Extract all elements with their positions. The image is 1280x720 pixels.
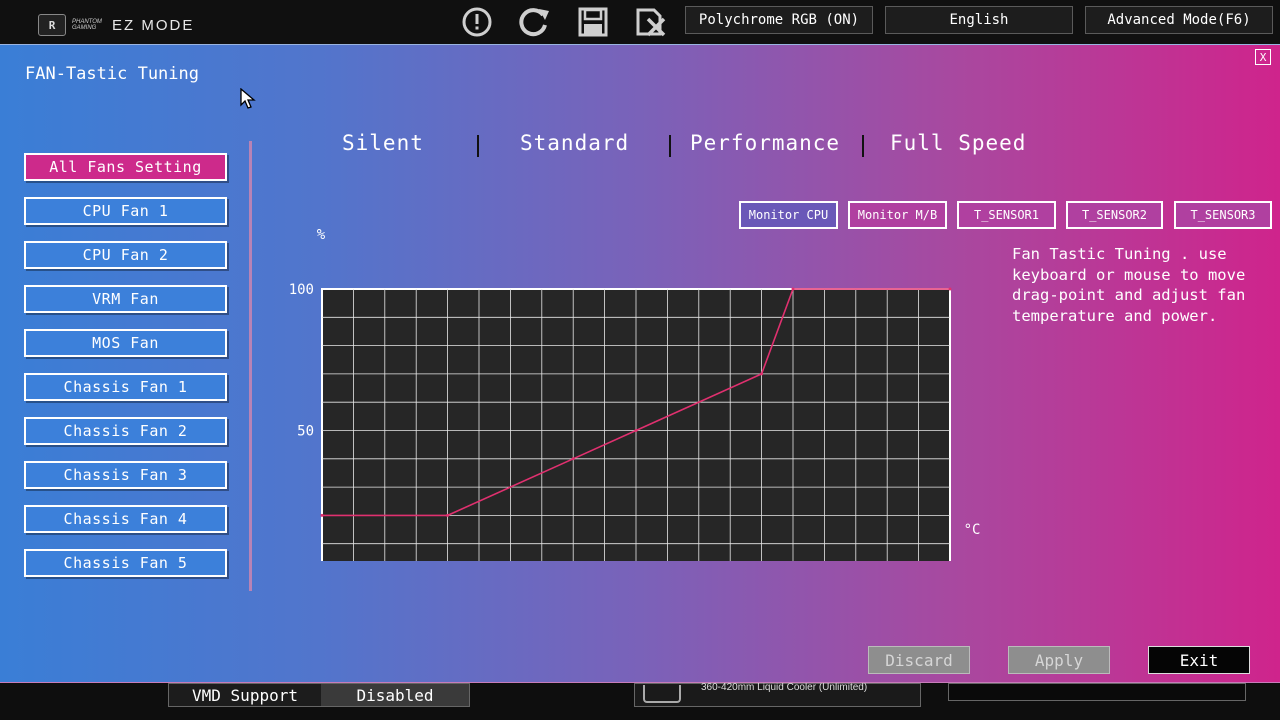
fan-tastic-dialog: FAN-Tastic Tuning X All Fans Setting CPU… xyxy=(0,44,1280,683)
polychrome-rgb-button[interactable]: Polychrome RGB (ON) xyxy=(685,6,873,34)
top-bar: R PHANTOM GAMING EZ MODE Polychrome RGB … xyxy=(0,0,1280,44)
y-tick-label: 50 xyxy=(297,424,314,440)
vertical-divider xyxy=(249,141,252,591)
fan-curve-point[interactable] xyxy=(320,513,324,517)
cooler-option-label: 360-420mm Liquid Cooler (Unlimited) xyxy=(701,682,868,693)
apply-button[interactable]: Apply xyxy=(1008,646,1110,674)
fan-chassis-fan-2[interactable]: Chassis Fan 2 xyxy=(24,417,227,445)
fan-curve-point[interactable] xyxy=(948,287,952,291)
x-unit-label: °C xyxy=(964,522,981,538)
fan-curve-point[interactable] xyxy=(760,372,764,376)
tab-separator xyxy=(862,135,864,157)
vmd-support-label: VMD Support xyxy=(192,685,298,705)
discard-button[interactable]: Discard xyxy=(868,646,970,674)
alert-icon[interactable] xyxy=(460,6,494,38)
exit-button[interactable]: Exit xyxy=(1148,646,1250,674)
background-panel xyxy=(948,683,1246,701)
asrock-logo-icon: R xyxy=(38,14,66,36)
fan-chassis-fan-1[interactable]: Chassis Fan 1 xyxy=(24,373,227,401)
liquid-cooler-icon xyxy=(643,685,681,703)
cooler-option[interactable]: 360-420mm Liquid Cooler (Unlimited) xyxy=(634,682,921,707)
fan-curve-point[interactable] xyxy=(446,513,450,517)
refresh-icon[interactable] xyxy=(517,6,551,38)
close-button[interactable]: X xyxy=(1255,49,1271,65)
fan-cpu-fan-1[interactable]: CPU Fan 1 xyxy=(24,197,227,225)
language-button[interactable]: English xyxy=(885,6,1073,34)
discard-exit-icon[interactable] xyxy=(634,6,668,38)
brand-logo: R PHANTOM GAMING EZ MODE xyxy=(38,14,194,36)
tab-performance[interactable]: Performance xyxy=(690,131,840,155)
fan-cpu-fan-2[interactable]: CPU Fan 2 xyxy=(24,241,227,269)
help-text: Fan Tastic Tuning . use keyboard or mous… xyxy=(1012,245,1246,326)
tab-separator xyxy=(477,135,479,157)
dialog-title: FAN-Tastic Tuning xyxy=(25,64,199,84)
fan-curve-point[interactable] xyxy=(791,287,795,291)
tab-standard[interactable]: Standard xyxy=(520,131,629,155)
tab-silent[interactable]: Silent xyxy=(342,131,424,155)
save-icon[interactable] xyxy=(576,6,610,38)
ez-mode-label: EZ MODE xyxy=(112,16,195,34)
tab-full-speed[interactable]: Full Speed xyxy=(890,131,1026,155)
mouse-cursor-icon xyxy=(240,87,256,114)
y-tick-label: 100 xyxy=(289,282,314,298)
fan-vrm-fan[interactable]: VRM Fan xyxy=(24,285,227,313)
fan-curve-chart[interactable]: 025507510050100 % °C xyxy=(280,221,1000,561)
fan-curve-point[interactable] xyxy=(634,429,638,432)
brand-name: PHANTOM GAMING xyxy=(72,19,102,31)
fan-chassis-fan-4[interactable]: Chassis Fan 4 xyxy=(24,505,227,533)
fan-curve-point[interactable] xyxy=(571,457,575,461)
fan-chassis-fan-5[interactable]: Chassis Fan 5 xyxy=(24,549,227,577)
vmd-support-row[interactable]: VMD Support Disabled xyxy=(168,683,470,707)
tab-separator xyxy=(669,135,671,157)
t-sensor3-button[interactable]: T_SENSOR3 xyxy=(1174,201,1272,229)
advanced-mode-button[interactable]: Advanced Mode(F6) xyxy=(1085,6,1273,34)
fan-mos-fan[interactable]: MOS Fan xyxy=(24,329,227,357)
y-unit-label: % xyxy=(317,227,326,243)
fan-chassis-fan-3[interactable]: Chassis Fan 3 xyxy=(24,461,227,489)
t-sensor2-button[interactable]: T_SENSOR2 xyxy=(1066,201,1163,229)
vmd-support-value[interactable]: Disabled xyxy=(321,684,469,706)
fan-all-fans-setting[interactable]: All Fans Setting xyxy=(24,153,227,181)
